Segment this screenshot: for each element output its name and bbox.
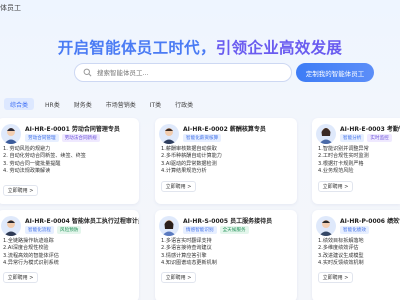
feature-item: 4. 劳动法规政策解读 [3,167,51,174]
card-tag: 智能化流程 [25,226,54,234]
avatar [159,216,179,236]
card-title: AI-HR-E-0003 考勤管理 [340,126,400,133]
avatar [316,124,336,144]
card-tag: 智能化薪资核算 [183,134,222,142]
search-input[interactable] [97,68,277,77]
feature-item: 3.AI驱动的异常数据检测 [161,160,217,167]
hire-button[interactable]: 立即聘用 > [3,272,38,283]
feature-item: 2.AI深度合规性校验 [3,245,49,252]
card-tag: 全天候服务 [219,226,249,234]
feature-item: 4.异常行为模式识别系统 [3,259,59,266]
feature-item: 4.知识图谱动态更新机制 [161,259,217,266]
feature-item: 4.业务规范风险 [318,167,354,174]
card-tag: 智能化绩效 [340,226,369,234]
feature-item: 2.工时合规性实时监测 [318,153,369,160]
feature-item: 3.流程高效的智能体评估 [3,252,59,259]
card-title: AI-HR-E-0001 劳动合同管理专员 [25,126,120,133]
customize-agent-button[interactable]: 定制我的智能体员工 [296,63,374,82]
avatar [1,216,21,236]
agent-card[interactable]: AI-HR-E-0003 考勤管理 智能分析 实时监控 1.智能识别并调整异常 … [312,118,400,204]
agent-card[interactable]: AI-HR-S-0005 员工服务接待员 情感智能识别 全天候服务 1.多语言实… [155,210,297,300]
hire-button[interactable]: 立即聘用 > [3,185,38,196]
card-tag: 劳动法合同新规 [61,134,100,142]
avatar [1,124,21,144]
agent-card[interactable]: AI-HR-P-0006 绩效专员 智能化绩效 1.绩效目标拆解落地 2.多维度… [312,210,400,300]
card-tag: 劳动合同管理 [25,134,59,142]
feature-item: 2.多语言接待查询建议 [161,245,212,252]
card-title: AI-HR-P-0006 绩效专员 [340,218,400,225]
card-title: AI-HR-E-0002 薪酬核算专员 [183,126,266,133]
agent-card[interactable]: AI-HR-E-0001 劳动合同管理专员 劳动合同管理 劳动法合同新规 1. … [0,118,139,204]
hire-button[interactable]: 立即聘用 > [318,272,353,283]
tab-it[interactable]: IT类 [143,98,168,110]
hero-title: 开启智能体员工时代，引领企业高效发展 [0,36,400,58]
tab-finance[interactable]: 财务类 [67,98,99,110]
tab-general[interactable]: 综合类 [4,98,35,110]
card-title: AI-HR-E-0004 智能体员工执行过程审计员 [25,218,139,225]
hire-button[interactable]: 立即聘用 > [161,272,196,283]
agent-card[interactable]: AI-HR-E-0004 智能体员工执行过程审计员 智能化流程 风险预防 1.全… [0,210,139,300]
feature-item: 3.改进建议生成模型 [318,252,364,259]
feature-item: 3. 劳动合同一键批量提醒 [3,160,61,167]
card-tag: 智能分析 [340,134,365,142]
card-title: AI-HR-S-0005 员工服务接待员 [183,218,273,225]
hero-title-part2: 引领企业高效发展 [215,39,343,57]
category-tabs: 综合类 HR类 财务类 市场营销类 IT类 行政类 [0,97,200,111]
tab-admin[interactable]: 行政类 [168,98,200,110]
feature-item: 4.实时反馈绩效机制 [318,259,364,266]
card-tag: 情感智能识别 [183,226,217,234]
search-icon [83,68,92,77]
feature-item: 3.根据打卡规则严格 [318,160,364,167]
brand-name: 体员工 [0,4,21,12]
feature-item: 2. 自动化劳动合同新签、续签、终签 [3,153,86,160]
avatar [159,124,179,144]
tab-hr[interactable]: HR类 [38,98,67,110]
hire-button[interactable]: 立即聘用 > [161,181,196,192]
feature-item: 2.多币种薪酬自动计算能力 [161,153,222,160]
hero-title-part1: 开启智能体员工时代， [57,39,216,57]
hire-button[interactable]: 立即聘用 > [318,181,353,192]
search-bar [74,63,292,82]
card-tag: 风险预防 [56,226,82,234]
avatar [316,216,336,236]
card-tag: 实时监控 [367,134,392,142]
tab-marketing[interactable]: 市场营销类 [99,98,143,110]
feature-item: 2.多维度绩效评估 [318,245,359,252]
agent-card[interactable]: AI-HR-E-0002 薪酬核算专员 智能化薪资核算 1.薪酬审核数据自动获取… [155,118,297,204]
feature-item: 4.计算结果规范分析 [161,167,207,174]
feature-item: 3.情感计算应答引擎 [161,252,207,259]
